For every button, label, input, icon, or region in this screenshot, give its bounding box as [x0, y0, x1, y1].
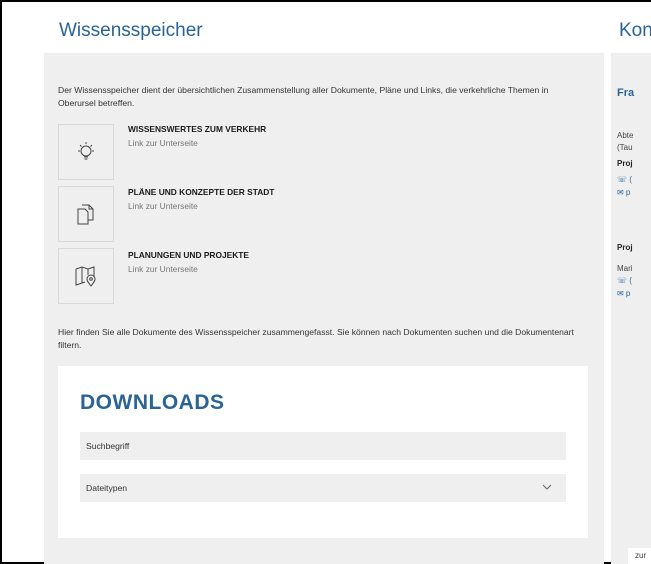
contact-dept-line1: Abte — [617, 131, 634, 140]
phone-link-1[interactable]: ☏ ( — [617, 175, 632, 184]
page-title: Wissensspeicher — [59, 20, 203, 41]
contact-title: Kont — [619, 20, 651, 41]
project-heading-2: Proj — [617, 243, 633, 252]
contact-dept-line2: (Tau — [617, 143, 633, 152]
downloads-title: DOWNLOADS — [80, 391, 225, 414]
documents-tile[interactable] — [58, 186, 114, 242]
link-subtitle[interactable]: Link zur Unterseite — [128, 264, 198, 274]
downloads-card: DOWNLOADS Dateitypen — [58, 366, 588, 538]
documents-icon — [77, 204, 94, 225]
phone-link-2[interactable]: ☏ ( — [617, 276, 632, 285]
search-input[interactable] — [80, 432, 566, 460]
map-tile[interactable] — [58, 248, 114, 304]
link-subtitle[interactable]: Link zur Unterseite — [128, 138, 198, 148]
sidebar-footer-box: zur — [628, 548, 651, 564]
knowledge-panel: Der Wissensspeicher dient der übersichtl… — [44, 53, 604, 564]
sidebar-footer-link[interactable]: zur — [635, 551, 646, 560]
filetype-label: Dateitypen — [86, 483, 128, 493]
link-wissenswertes[interactable]: WISSENSWERTES ZUM VERKEHR — [128, 124, 266, 134]
filetype-select[interactable]: Dateitypen — [80, 474, 566, 502]
link-planungen[interactable]: PLANUNGEN UND PROJEKTE — [128, 250, 249, 260]
link-subtitle[interactable]: Link zur Unterseite — [128, 201, 198, 211]
mail-link-2[interactable]: ✉ p — [617, 289, 630, 298]
mail-link-1[interactable]: ✉ p — [617, 188, 630, 197]
contact-name: Fra — [617, 87, 635, 99]
chevron-down-icon — [542, 484, 552, 490]
link-plaene[interactable]: PLÄNE UND KONZEPTE DER STADT — [128, 187, 274, 197]
lightbulb-tile[interactable] — [58, 124, 114, 180]
map-pin-icon — [75, 266, 96, 287]
downloads-intro-text: Hier finden Sie alle Dokumente des Wisse… — [58, 327, 574, 350]
intro-text: Der Wissensspeicher dient der übersichtl… — [58, 85, 549, 108]
contact-person-2: Mari — [617, 264, 633, 273]
lightbulb-icon — [78, 142, 94, 160]
contact-panel: Fra Abte (Tau Proj ☏ ( ✉ p Proj Mari ☏ (… — [611, 53, 651, 564]
project-heading-1: Proj — [617, 159, 633, 168]
